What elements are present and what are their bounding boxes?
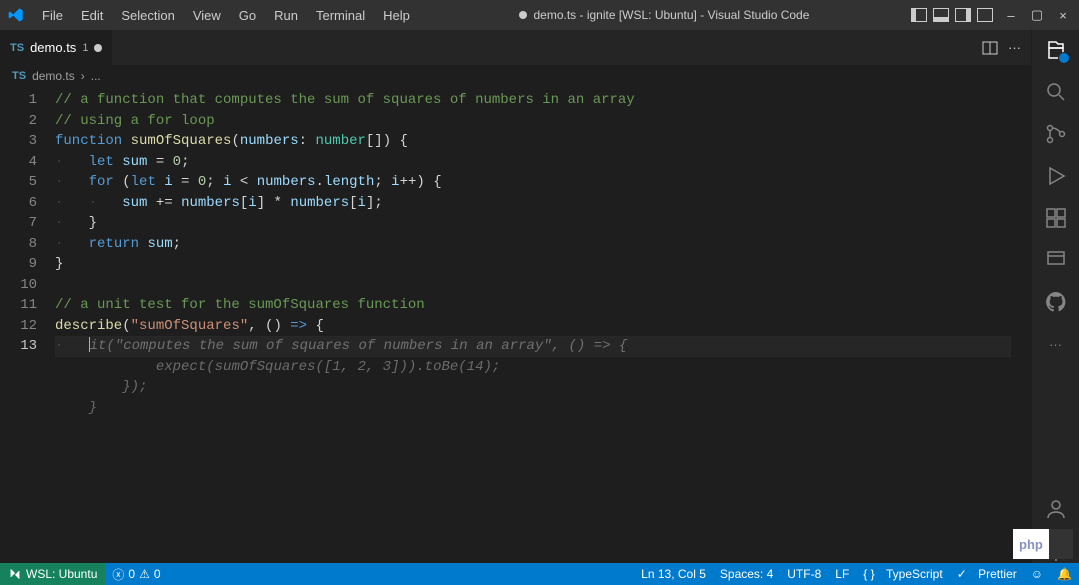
menu-file[interactable]: File <box>34 4 71 27</box>
notification-badge <box>1058 52 1070 64</box>
breadcrumb-more[interactable]: ... <box>91 69 101 83</box>
window-controls: – ▢ × <box>1003 7 1071 23</box>
layout-custom-icon[interactable] <box>977 8 993 22</box>
modified-dot-icon <box>519 11 527 19</box>
breadcrumb-file[interactable]: demo.ts <box>32 69 75 83</box>
language-mode[interactable]: { } TypeScript <box>856 567 949 581</box>
menu-go[interactable]: Go <box>231 4 264 27</box>
remote-icon <box>8 567 22 581</box>
main-area: TS demo.ts 1 ··· TS demo.ts › ... 123456… <box>0 30 1079 563</box>
eol[interactable]: LF <box>828 567 856 581</box>
window-title-text: demo.ts - ignite [WSL: Ubuntu] - Visual … <box>533 8 809 22</box>
breadcrumb[interactable]: TS demo.ts › ... <box>0 65 1031 87</box>
error-count: 0 <box>128 567 135 581</box>
feedback-icon[interactable]: ☺ <box>1024 567 1050 581</box>
window-title: demo.ts - ignite [WSL: Ubuntu] - Visual … <box>418 8 911 22</box>
activity-bar: ··· <box>1031 30 1079 563</box>
layout-bottom-icon[interactable] <box>933 8 949 22</box>
menu-edit[interactable]: Edit <box>73 4 111 27</box>
prettier-status[interactable]: ✓ Prettier <box>950 567 1024 581</box>
remote-explorer-icon[interactable] <box>1044 248 1068 272</box>
remote-indicator[interactable]: WSL: Ubuntu <box>0 563 105 585</box>
more-actions-icon[interactable]: ··· <box>1008 40 1021 55</box>
tab-actions: ··· <box>972 30 1031 65</box>
code-content[interactable]: // a function that computes the sum of s… <box>55 87 1021 563</box>
error-icon: ⓧ <box>112 566 124 583</box>
remote-name: WSL: Ubuntu <box>26 567 97 581</box>
cursor-position[interactable]: Ln 13, Col 5 <box>634 567 713 581</box>
warning-icon: ⚠ <box>139 567 150 581</box>
typescript-file-icon: TS <box>12 70 26 82</box>
close-button[interactable]: × <box>1055 7 1071 23</box>
tab-modified-dot-icon <box>94 44 102 52</box>
account-icon[interactable] <box>1044 497 1068 521</box>
title-bar: File Edit Selection View Go Run Terminal… <box>0 0 1079 30</box>
github-icon[interactable] <box>1044 290 1068 314</box>
chevron-right-icon: › <box>81 69 85 83</box>
split-editor-icon[interactable] <box>982 40 998 56</box>
explorer-icon[interactable] <box>1044 38 1068 62</box>
warning-count: 0 <box>154 567 161 581</box>
menu-terminal[interactable]: Terminal <box>308 4 373 27</box>
encoding[interactable]: UTF-8 <box>780 567 828 581</box>
maximize-button[interactable]: ▢ <box>1029 7 1045 23</box>
editor-tabs: TS demo.ts 1 ··· <box>0 30 1031 65</box>
notifications-icon[interactable]: 🔔 <box>1050 567 1079 581</box>
tab-modified-count: 1 <box>82 42 88 54</box>
check-icon: ✓ <box>957 567 967 581</box>
source-control-icon[interactable] <box>1044 122 1068 146</box>
layout-right-icon[interactable] <box>955 8 971 22</box>
layout-controls <box>911 8 993 22</box>
tab-filename: demo.ts <box>30 40 76 55</box>
run-debug-icon[interactable] <box>1044 164 1068 188</box>
menu-run[interactable]: Run <box>266 4 306 27</box>
indentation[interactable]: Spaces: 4 <box>713 567 780 581</box>
extensions-icon[interactable] <box>1044 206 1068 230</box>
minimize-button[interactable]: – <box>1003 7 1019 23</box>
minimap[interactable] <box>1021 87 1031 563</box>
vscode-icon <box>8 7 24 23</box>
code-editor[interactable]: 12345678910111213 // a function that com… <box>0 87 1031 563</box>
line-number-gutter: 12345678910111213 <box>0 87 55 563</box>
typescript-file-icon: TS <box>10 42 24 54</box>
layout-left-icon[interactable] <box>911 8 927 22</box>
search-icon[interactable] <box>1044 80 1068 104</box>
tab-demo-ts[interactable]: TS demo.ts 1 <box>0 30 113 65</box>
more-sidebar-icon[interactable]: ··· <box>1044 332 1068 356</box>
menu-help[interactable]: Help <box>375 4 418 27</box>
php-watermark: php <box>1013 529 1073 559</box>
braces-icon: { } <box>863 567 874 581</box>
status-bar: WSL: Ubuntu ⓧ 0 ⚠ 0 Ln 13, Col 5 Spaces: 4… <box>0 563 1079 585</box>
menu-bar: File Edit Selection View Go Run Terminal… <box>34 4 418 27</box>
editor-area: TS demo.ts 1 ··· TS demo.ts › ... 123456… <box>0 30 1031 563</box>
problems-indicator[interactable]: ⓧ 0 ⚠ 0 <box>105 563 167 585</box>
menu-selection[interactable]: Selection <box>113 4 182 27</box>
menu-view[interactable]: View <box>185 4 229 27</box>
